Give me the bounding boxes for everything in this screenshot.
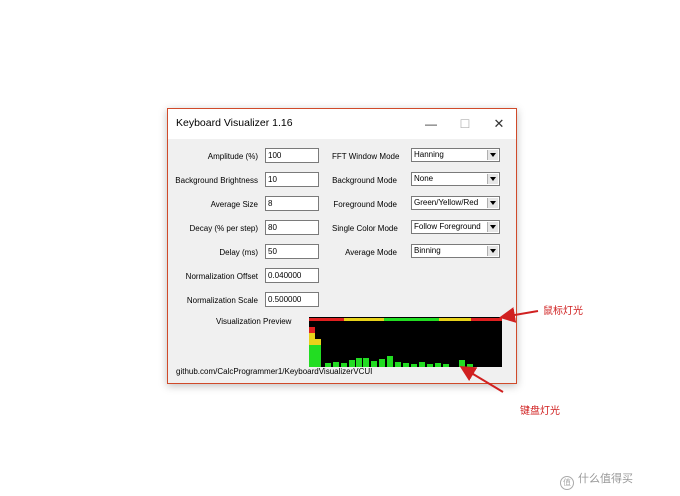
- mouse-light-arrow: [499, 307, 539, 323]
- watermark-logo-icon: 值: [560, 476, 574, 490]
- watermark: 值什么值得买: [560, 470, 633, 490]
- keyboard-light-annotation: 键盘灯光: [520, 406, 560, 417]
- keyboard-light-arrow: [459, 365, 504, 393]
- annotation-arrows: [459, 307, 539, 393]
- watermark-text: 什么值得买: [578, 472, 633, 485]
- mouse-light-annotation: 鼠标灯光: [543, 306, 583, 317]
